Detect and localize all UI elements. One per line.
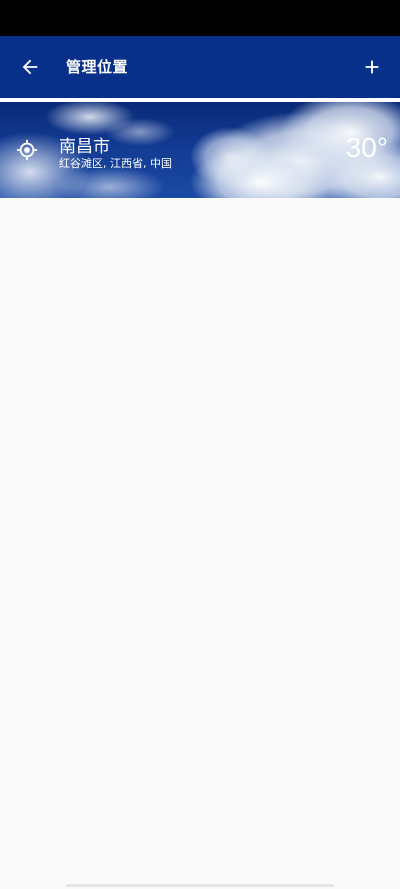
city-region: 红谷滩区, 江西省, 中国	[59, 157, 172, 170]
add-location-button[interactable]	[356, 51, 388, 83]
bottom-handle	[66, 884, 334, 887]
arrow-left-icon	[22, 59, 38, 75]
city-name: 南昌市	[59, 137, 110, 157]
location-target-icon	[16, 139, 38, 161]
status-bar	[0, 0, 400, 36]
plus-icon	[365, 60, 379, 74]
location-card[interactable]: 南昌市 红谷滩区, 江西省, 中国 30°	[0, 102, 400, 198]
temperature: 30°	[345, 132, 388, 163]
app-bar: 管理位置	[0, 36, 400, 98]
page-title: 管理位置	[66, 58, 129, 76]
back-button[interactable]	[14, 51, 46, 83]
